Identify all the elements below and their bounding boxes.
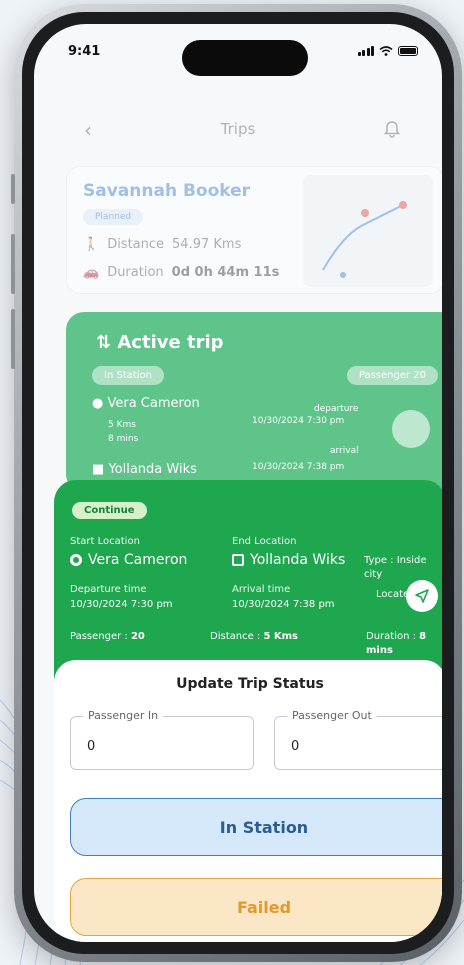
locate-label: Locate bbox=[376, 589, 410, 600]
active-status-badge: In Station bbox=[92, 366, 165, 385]
failed-button[interactable]: Failed bbox=[70, 878, 442, 936]
passenger-in-value: 0 bbox=[87, 739, 96, 754]
departure-time: 10/30/2024 7:30 pm bbox=[252, 416, 345, 426]
destination-square-icon: ■ bbox=[92, 462, 105, 477]
planned-badge: Planned bbox=[83, 209, 144, 225]
phone-screen: 9:41 ‹ Trips Savannah Booker Planned 🚶 D… bbox=[34, 24, 442, 942]
passenger-in-label: Passenger In bbox=[83, 709, 164, 722]
passenger-out-field[interactable]: Passenger Out 0 bbox=[274, 709, 442, 770]
trip-passenger-name: Savannah Booker bbox=[83, 181, 251, 201]
car-icon: 🚗 bbox=[83, 265, 100, 280]
trip-type: Type : Inside city bbox=[364, 555, 427, 580]
active-trip-title: ⇅ Active trip bbox=[96, 332, 224, 353]
continue-badge[interactable]: Continue bbox=[72, 502, 147, 519]
update-status-sheet: Update Trip Status Passenger In 0 Passen… bbox=[54, 660, 442, 942]
send-icon[interactable] bbox=[392, 410, 430, 448]
wifi-icon bbox=[379, 46, 393, 56]
start-location-value: Vera Cameron bbox=[70, 552, 187, 568]
battery-icon bbox=[398, 46, 418, 56]
start-location-label: Start Location bbox=[70, 536, 140, 547]
origin-circle-icon: ● bbox=[92, 396, 104, 411]
duration-row: 🚗 Duration 0d 0h 44m 11s bbox=[83, 265, 279, 280]
departure-label: departure bbox=[314, 404, 359, 414]
signal-icon bbox=[357, 46, 374, 56]
phone-frame: 9:41 ‹ Trips Savannah Booker Planned 🚶 D… bbox=[11, 4, 462, 962]
duration-label: Duration bbox=[107, 265, 164, 280]
duration-value: 0d 0h 44m 11s bbox=[171, 265, 280, 280]
navigation-arrow-icon bbox=[415, 589, 429, 603]
page-title: Trips bbox=[220, 120, 256, 138]
route-map-thumbnail bbox=[303, 175, 433, 287]
duration-info: Duration : 8 mins bbox=[366, 631, 427, 656]
departure-time-label: Departure time bbox=[70, 584, 147, 595]
origin-circle-icon bbox=[70, 554, 82, 566]
status-time: 9:41 bbox=[68, 44, 101, 59]
active-from: ● Vera Cameron bbox=[92, 396, 200, 411]
active-trip-card[interactable]: ⇅ Active trip In Station Passenger 20 ● … bbox=[66, 312, 442, 492]
end-location-label: End Location bbox=[232, 536, 297, 547]
mute-switch bbox=[11, 174, 15, 204]
route-icon: ⇅ bbox=[96, 332, 112, 353]
arrival-time-label: Arrival time bbox=[232, 584, 291, 595]
bell-icon[interactable] bbox=[382, 118, 402, 138]
volume-down-button bbox=[11, 309, 15, 369]
status-icons bbox=[357, 46, 418, 56]
arrival-time-value: 10/30/2024 7:38 pm bbox=[232, 599, 335, 610]
planned-trip-card[interactable]: Savannah Booker Planned 🚶 Distance 54.97… bbox=[66, 166, 442, 294]
passenger-in-field[interactable]: Passenger In 0 bbox=[70, 709, 254, 770]
departure-time-value: 10/30/2024 7:30 pm bbox=[70, 599, 173, 610]
phone-bezel: 9:41 ‹ Trips Savannah Booker Planned 🚶 D… bbox=[22, 12, 454, 954]
active-to: ■ Yollanda Wiks bbox=[92, 462, 197, 477]
locate-button[interactable] bbox=[406, 580, 438, 612]
arrival-time: 10/30/2024 7:38 pm bbox=[252, 462, 345, 472]
distance-label: Distance bbox=[107, 237, 165, 252]
passenger-badge: Passenger 20 bbox=[346, 366, 438, 385]
distance-row: 🚶 Distance 54.97 Kms bbox=[83, 237, 241, 252]
update-status-title: Update Trip Status bbox=[176, 676, 324, 692]
in-station-button[interactable]: In Station bbox=[70, 798, 442, 856]
distance-value: 54.97 Kms bbox=[172, 237, 242, 252]
passenger-out-label: Passenger Out bbox=[287, 709, 377, 722]
volume-up-button bbox=[11, 234, 15, 294]
passenger-count: Passenger : 20 bbox=[70, 631, 145, 642]
trip-details-panel: Continue Start Location Vera Cameron End… bbox=[54, 480, 442, 690]
walking-icon: 🚶 bbox=[83, 237, 100, 252]
dynamic-island bbox=[182, 40, 308, 76]
arrival-label: arrival bbox=[330, 446, 359, 456]
destination-square-icon bbox=[232, 554, 244, 566]
end-location-value: Yollanda Wiks bbox=[232, 552, 345, 568]
active-distance: 5 Kms bbox=[108, 420, 136, 430]
passenger-out-value: 0 bbox=[291, 739, 300, 754]
active-time: 8 mins bbox=[108, 434, 139, 444]
distance-info: Distance : 5 Kms bbox=[210, 631, 299, 642]
